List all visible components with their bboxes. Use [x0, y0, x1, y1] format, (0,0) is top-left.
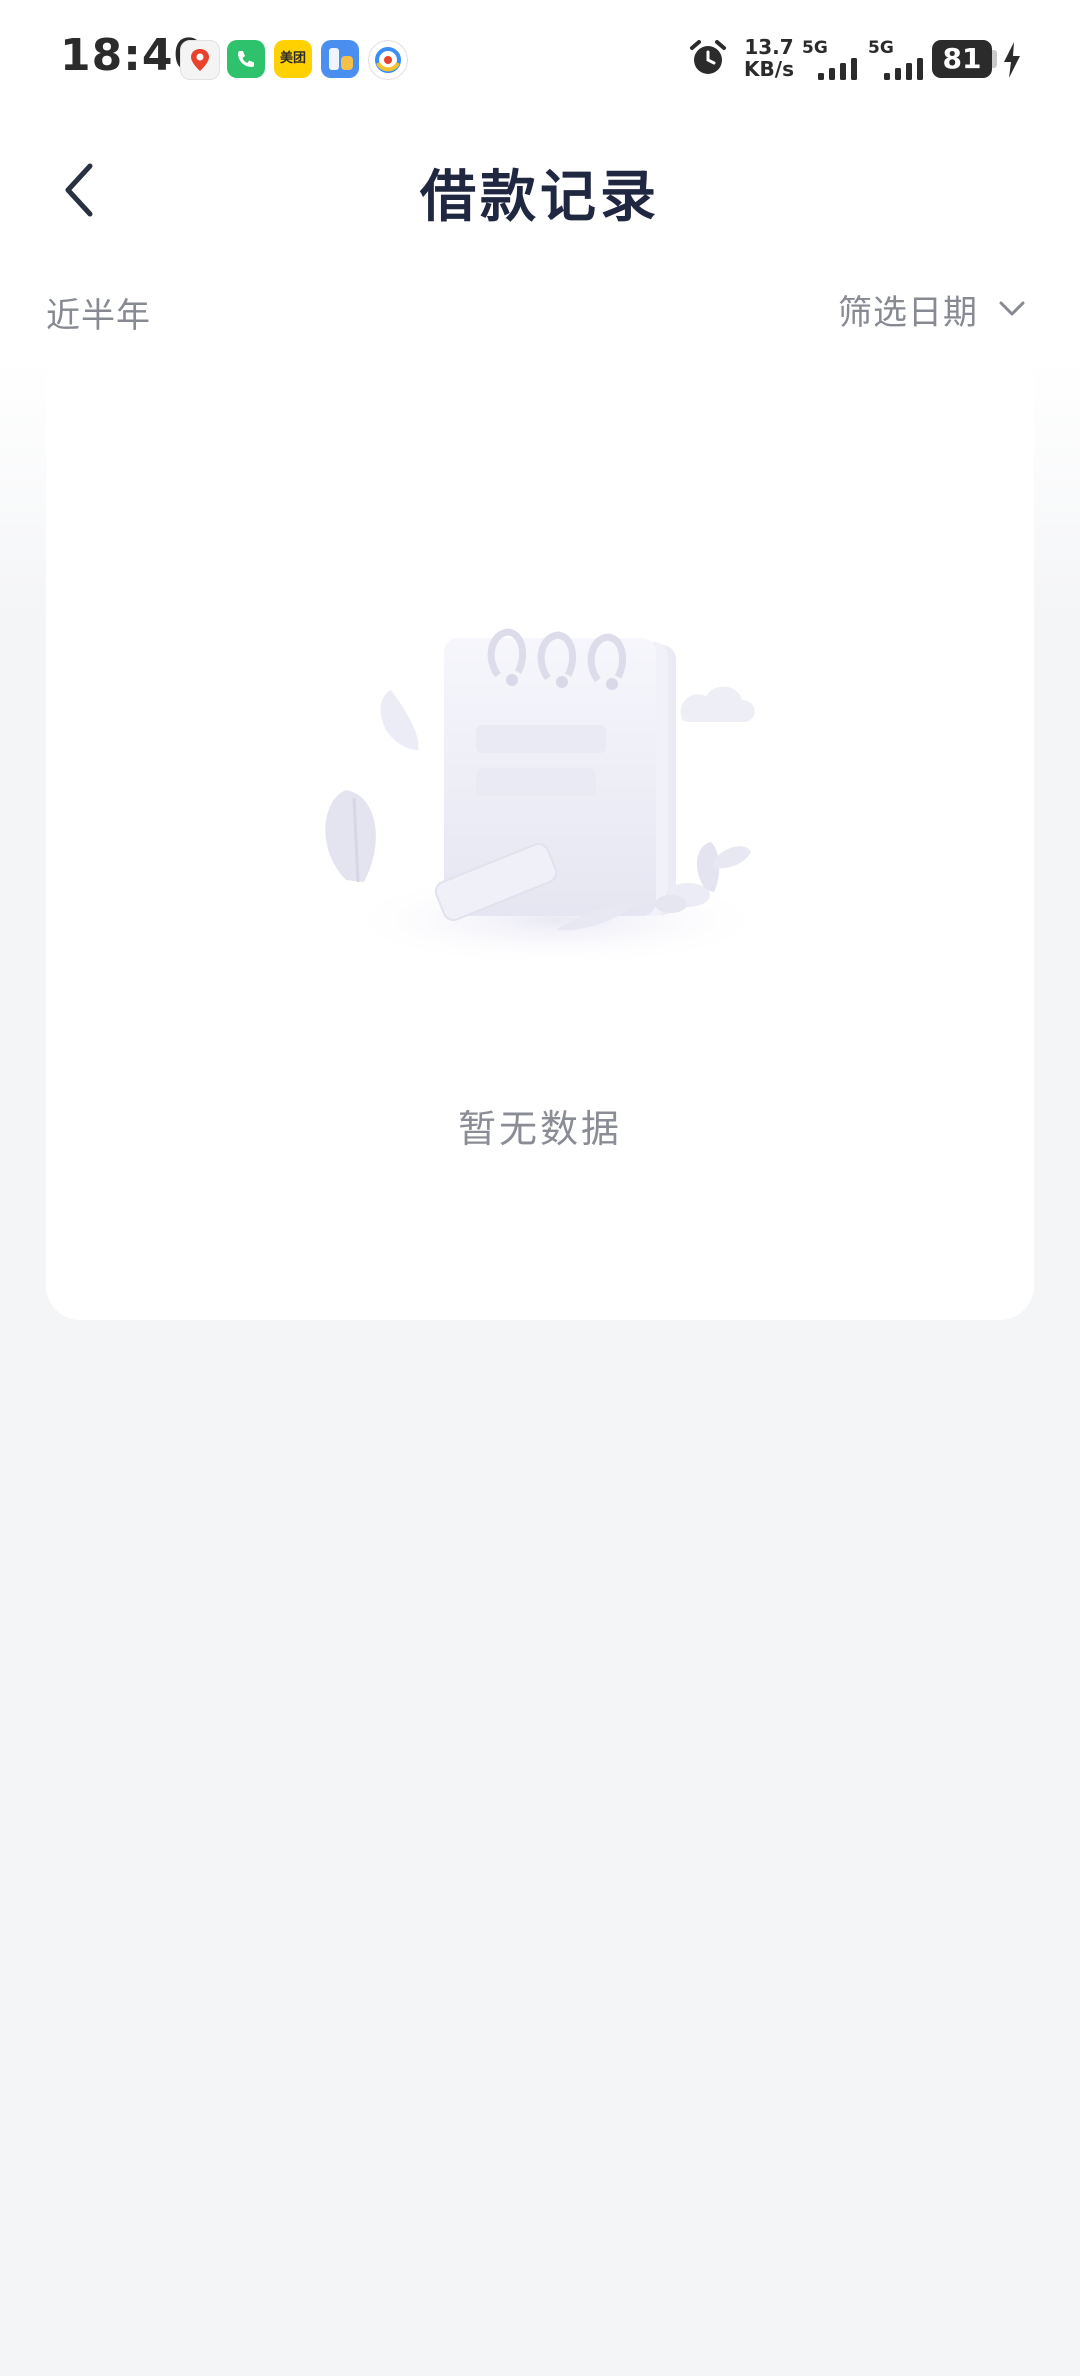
alarm-icon: [690, 40, 726, 74]
battery-tip: [992, 50, 997, 68]
status-bar: 18:40 美团 13.7 KB/s 5G 5G 81: [0, 0, 1080, 120]
empty-state-message: 暂无数据: [457, 1107, 622, 1151]
records-card: 暂无数据: [46, 350, 1034, 1320]
signal-bars-icon: [884, 58, 923, 80]
charging-icon: [1004, 42, 1020, 78]
network-type-label: 5G: [868, 38, 894, 58]
signal-bars-icon: [818, 58, 857, 80]
network-speed: 13.7 KB/s: [744, 36, 794, 80]
signal-sim2: 5G: [868, 38, 926, 80]
date-filter-button[interactable]: 筛选日期: [838, 284, 1026, 334]
filter-row: 近半年 筛选日期: [0, 270, 1080, 350]
signal-sim1: 5G: [802, 38, 860, 80]
page-title: 借款记录: [420, 165, 660, 230]
date-filter-label: 筛选日期: [838, 292, 978, 333]
battery-level: 81: [932, 40, 992, 78]
network-speed-unit: KB/s: [744, 57, 794, 81]
period-label: 近半年: [46, 296, 151, 336]
phone-app-icon: [227, 40, 265, 78]
network-speed-value: 13.7: [744, 35, 794, 59]
files-app-icon: [321, 40, 359, 78]
chevron-left-icon: [65, 163, 93, 217]
back-button[interactable]: [50, 150, 110, 230]
network-type-label: 5G: [802, 38, 828, 58]
empty-notebook-illustration: [325, 628, 776, 968]
browser-app-icon: [368, 40, 408, 80]
meituan-app-icon: 美团: [274, 40, 312, 78]
chevron-down-icon: [999, 301, 1025, 316]
map-app-icon: [180, 40, 220, 80]
